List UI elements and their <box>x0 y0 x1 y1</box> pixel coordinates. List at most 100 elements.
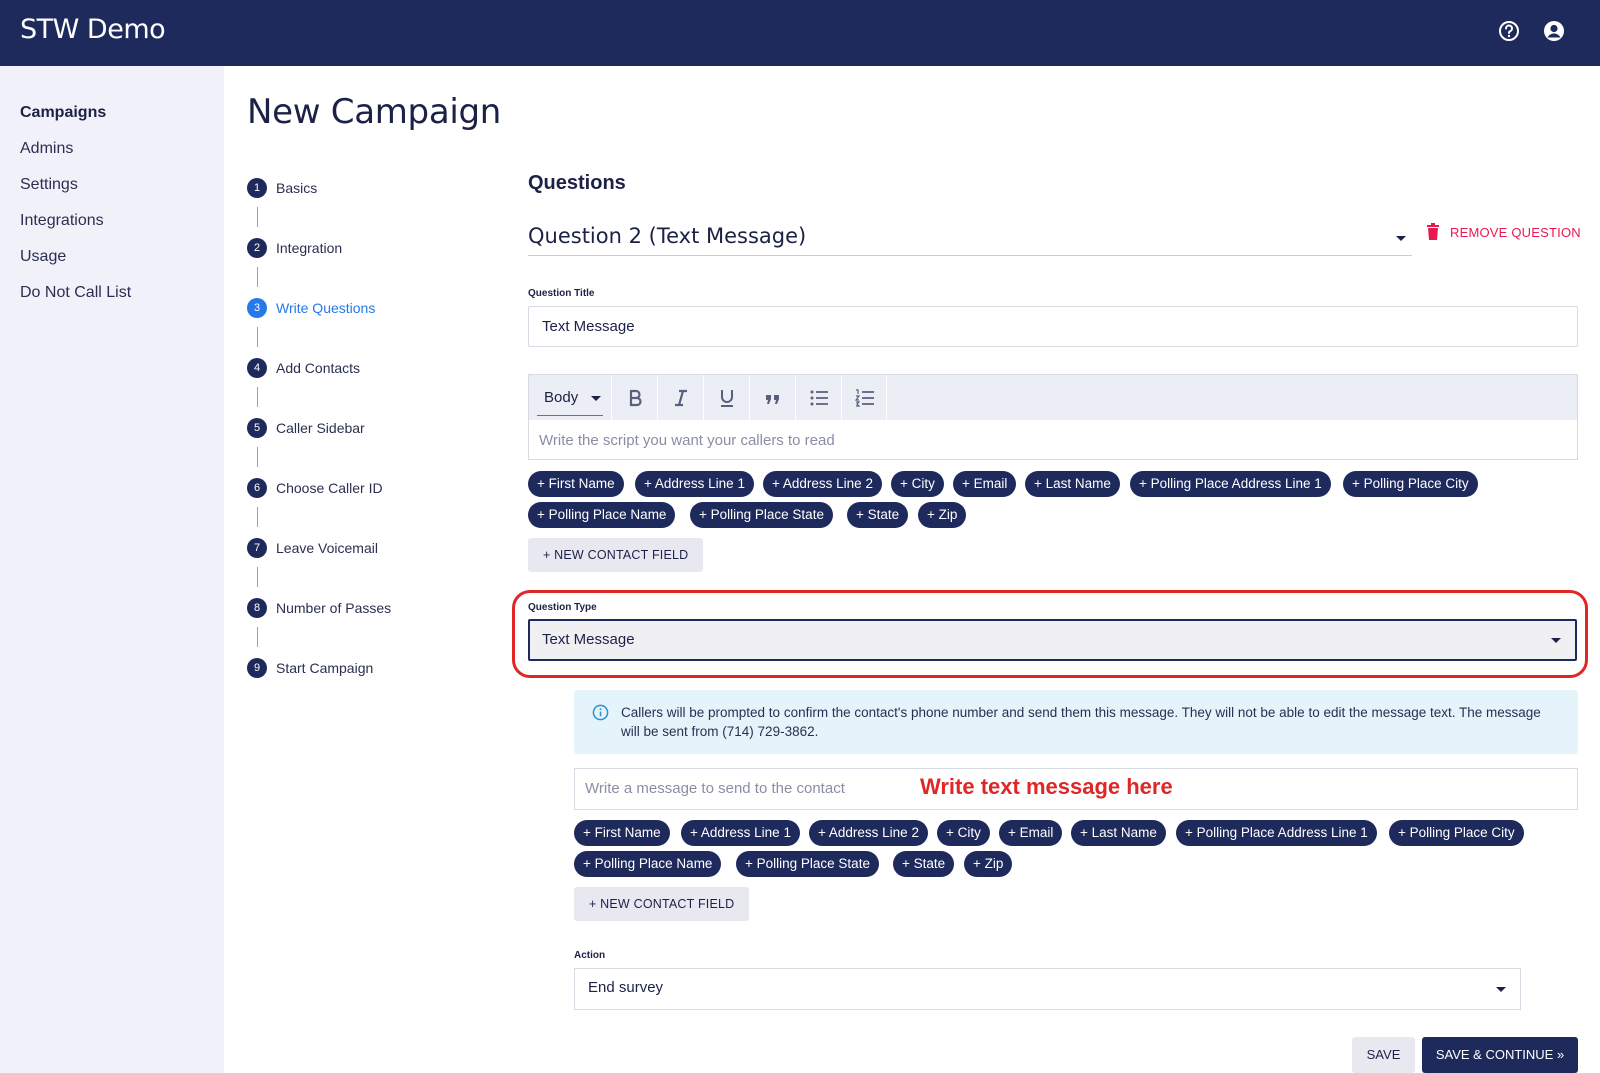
info-text: Callers will be prompted to confirm the … <box>621 705 1541 739</box>
italic-button[interactable] <box>657 375 703 420</box>
action-select[interactable]: End survey <box>574 968 1521 1010</box>
chip-first-name[interactable]: + First Name <box>528 471 624 497</box>
chip-email[interactable]: + Email <box>953 471 1017 497</box>
chip-polling-place-name[interactable]: + Polling Place Name <box>574 851 722 877</box>
step-connector <box>257 627 258 647</box>
sidebar-item-campaigns[interactable]: Campaigns <box>20 104 106 122</box>
sidebar-item-do-not-call-list[interactable]: Do Not Call List <box>20 284 131 302</box>
question-select[interactable]: Question 2 (Text Message) <box>528 220 1412 256</box>
page-title: New Campaign <box>247 92 502 132</box>
chip-polling-place-city[interactable]: + Polling Place City <box>1343 471 1478 497</box>
chip-email[interactable]: + Email <box>999 820 1063 846</box>
block-style-select[interactable]: Body <box>537 379 603 416</box>
chip-polling-place-name[interactable]: + Polling Place Name <box>528 502 676 528</box>
save-button[interactable]: SAVE <box>1352 1037 1415 1073</box>
question-type-value: Text Message <box>542 631 635 648</box>
step-label: Add Contacts <box>276 360 361 376</box>
underline-icon <box>721 390 733 407</box>
quote-button[interactable] <box>749 375 795 420</box>
chevron-down-icon <box>1396 236 1406 241</box>
step-number: 8 <box>247 598 267 618</box>
chip-first-name[interactable]: + First Name <box>574 820 670 846</box>
chip-zip[interactable]: + Zip <box>964 851 1013 877</box>
sidebar-item-integrations[interactable]: Integrations <box>20 212 104 230</box>
action-value: End survey <box>588 979 664 996</box>
chevron-down-icon <box>1496 987 1506 992</box>
step-number: 6 <box>247 478 267 498</box>
message-placeholder: Write a message to send to the contact <box>585 780 845 797</box>
step-connector <box>257 387 258 407</box>
chip-polling-place-address-line-1[interactable]: + Polling Place Address Line 1 <box>1130 471 1331 497</box>
question-title-input[interactable]: Text Message <box>528 306 1578 347</box>
annotation-text: Write text message here <box>920 774 1173 799</box>
action-label: Action <box>574 950 606 961</box>
step-connector <box>257 567 258 587</box>
chip-address-line-2[interactable]: + Address Line 2 <box>763 471 882 497</box>
new-contact-field-button[interactable]: + NEW CONTACT FIELD <box>528 538 704 572</box>
question-type-label: Question Type <box>528 602 597 613</box>
quote-icon <box>766 395 779 404</box>
step-connector <box>257 447 258 467</box>
step-label: Number of Passes <box>276 600 392 616</box>
step-label: Choose Caller ID <box>276 480 383 496</box>
chevron-down-icon <box>1551 638 1561 643</box>
editor-toolbar: Body <box>529 375 1577 420</box>
underline-button[interactable] <box>703 375 749 420</box>
question-type-select[interactable]: Text Message <box>528 619 1577 661</box>
chip-polling-place-state[interactable]: + Polling Place State <box>690 502 833 528</box>
numbered-list-icon <box>855 389 874 407</box>
step-label: Leave Voicemail <box>276 540 378 556</box>
question-title-value: Text Message <box>542 318 635 335</box>
bold-icon <box>629 389 642 407</box>
step-label: Caller Sidebar <box>276 420 365 436</box>
chip-state[interactable]: + State <box>893 851 955 877</box>
chip-polling-place-state[interactable]: + Polling Place State <box>736 851 879 877</box>
italic-icon <box>675 389 687 407</box>
step-connector <box>257 207 258 227</box>
sidebar-item-settings[interactable]: Settings <box>20 176 78 194</box>
chip-city[interactable]: + City <box>891 471 944 497</box>
account-icon[interactable] <box>1543 20 1565 42</box>
step-number: 7 <box>247 538 267 558</box>
help-icon[interactable] <box>1498 20 1520 42</box>
script-editor-placeholder[interactable]: Write the script you want your callers t… <box>539 432 835 449</box>
questions-heading: Questions <box>528 172 626 194</box>
sidebar-item-admins[interactable]: Admins <box>20 140 73 158</box>
step-label: Start Campaign <box>276 660 374 676</box>
bold-button[interactable] <box>611 375 657 420</box>
question-title-label: Question Title <box>528 288 595 299</box>
chevron-down-icon <box>591 396 601 401</box>
chip-zip[interactable]: + Zip <box>918 502 967 528</box>
sidebar: Campaigns Admins Settings Integrations U… <box>0 66 224 1073</box>
save-continue-button[interactable]: SAVE & CONTINUE » <box>1422 1037 1578 1073</box>
chip-polling-place-city[interactable]: + Polling Place City <box>1389 820 1524 846</box>
step-number: 1 <box>247 178 267 198</box>
step-number: 9 <box>247 658 267 678</box>
step-connector <box>257 267 258 287</box>
bullet-list-button[interactable] <box>795 375 841 420</box>
trash-icon <box>1426 223 1440 246</box>
sidebar-item-usage[interactable]: Usage <box>20 248 66 266</box>
chip-address-line-1[interactable]: + Address Line 1 <box>681 820 800 846</box>
step-number: 3 <box>247 298 267 318</box>
chip-last-name[interactable]: + Last Name <box>1025 471 1120 497</box>
step-connector <box>257 507 258 527</box>
step-label: Integration <box>276 240 343 256</box>
script-editor: Body Write the script you want your call… <box>528 374 1578 460</box>
info-icon <box>592 704 609 726</box>
brand-title[interactable]: STW Demo <box>20 14 166 45</box>
step-number: 2 <box>247 238 267 258</box>
new-contact-field-button[interactable]: + NEW CONTACT FIELD <box>574 887 750 921</box>
step-number: 4 <box>247 358 267 378</box>
chip-last-name[interactable]: + Last Name <box>1071 820 1166 846</box>
step-label: Basics <box>276 180 318 196</box>
chip-city[interactable]: + City <box>937 820 990 846</box>
chip-address-line-2[interactable]: + Address Line 2 <box>809 820 928 846</box>
step-number: 5 <box>247 418 267 438</box>
question-select-value: Question 2 (Text Message) <box>528 224 807 248</box>
chip-state[interactable]: + State <box>847 502 909 528</box>
top-bar: STW Demo <box>0 0 1600 66</box>
chip-address-line-1[interactable]: + Address Line 1 <box>635 471 754 497</box>
numbered-list-button[interactable] <box>841 375 887 420</box>
chip-polling-place-address-line-1[interactable]: + Polling Place Address Line 1 <box>1176 820 1377 846</box>
